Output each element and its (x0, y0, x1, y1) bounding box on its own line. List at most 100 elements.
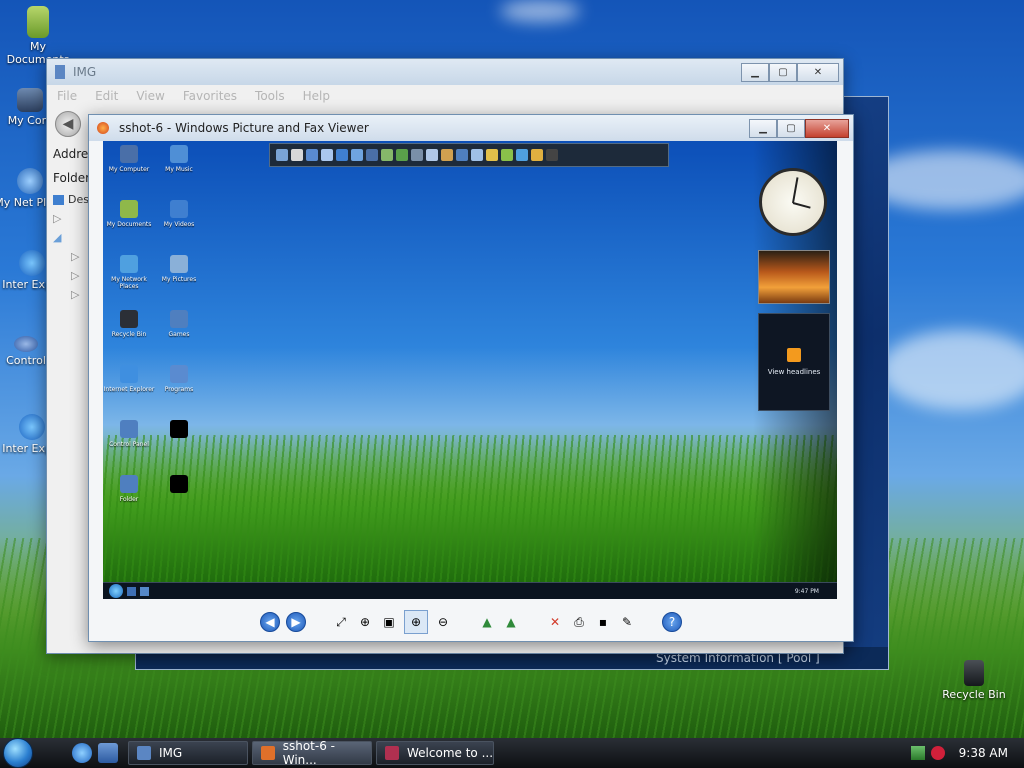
close-button[interactable]: ✕ (805, 118, 849, 138)
browser-icon (385, 746, 399, 760)
picture-viewer-icon (261, 746, 275, 760)
minimize-button[interactable]: ▁ (749, 118, 777, 138)
image-desktop-icon-glyph (170, 255, 188, 273)
tree-expander[interactable]: ▷ (53, 212, 89, 225)
best-fit-button[interactable]: ⤢ (332, 613, 350, 631)
delete-button[interactable]: ✕ (546, 613, 564, 631)
clock-hour-hand (792, 202, 811, 209)
clock-gadget (759, 168, 827, 236)
image-desktop-icon-glyph (170, 200, 188, 218)
computer-icon (17, 88, 43, 112)
taskbar-button[interactable]: IMG (128, 741, 248, 765)
delete-icon: ✕ (549, 615, 561, 629)
menu-edit[interactable]: Edit (95, 89, 118, 103)
viewer-titlebar[interactable]: sshot-6 - Windows Picture and Fax Viewer… (89, 115, 853, 141)
folder-tree: Des ▷ ◢ ▷ ▷ ▷ (53, 193, 89, 573)
picture-viewer-icon (97, 122, 109, 134)
help-button[interactable]: ? (662, 612, 682, 632)
quick-launch-icon (140, 586, 149, 596)
explorer-titlebar[interactable]: IMG ▁ ▢ ✕ (47, 59, 843, 85)
tree-expander[interactable]: ▷ (53, 250, 89, 263)
quick-launch-internet-explorer[interactable] (72, 743, 92, 763)
internet-explorer-icon (19, 414, 45, 440)
zoom-out-button[interactable]: ⊖ (434, 613, 452, 631)
rotate-clockwise-icon: ▲ (482, 615, 492, 629)
arrow-left-icon: ◀ (62, 116, 74, 132)
actual-size-button[interactable]: ⊕ (356, 613, 374, 631)
taskbar-button[interactable]: sshot-6 - Win... (252, 739, 372, 767)
desktop-icon-recycle-bin[interactable]: Recycle Bin (938, 660, 1010, 701)
previous-image-button[interactable]: ◀ (260, 612, 280, 632)
best-fit-icon: ⤢ (336, 614, 346, 629)
minimize-button[interactable]: ▁ (741, 62, 769, 82)
menu-favorites[interactable]: Favorites (183, 89, 237, 103)
image-desktop-icon (153, 420, 205, 441)
start-orb-icon (109, 584, 123, 598)
taskbar: IMG sshot-6 - Win... Welcome to ... 9:38 A… (0, 738, 1024, 768)
task-list: IMG sshot-6 - Win... Welcome to ... (124, 739, 494, 767)
image-desktop-icon-glyph (170, 475, 188, 493)
image-desktop-icon-glyph (170, 310, 188, 328)
edit-button[interactable]: ✎ (618, 613, 636, 631)
folders-pane-header: Folder (53, 171, 91, 185)
image-desktop-icon-glyph (170, 365, 188, 383)
image-desktop-icon-glyph (120, 200, 138, 218)
tree-item-desktop[interactable]: Des (53, 193, 89, 206)
menu-help[interactable]: Help (303, 89, 330, 103)
image-desktop-icon-glyph (120, 310, 138, 328)
quick-launch-show-desktop[interactable] (98, 743, 118, 763)
desktop-icon-my-documents[interactable]: My Documents (2, 6, 74, 66)
save-button[interactable]: ▪ (594, 613, 612, 631)
quick-launch-icon (127, 586, 136, 596)
menu-file[interactable]: File (57, 89, 77, 103)
image-desktop-icon: Internet Explorer (103, 365, 155, 393)
actual-size-icon: ⊕ (359, 615, 371, 629)
antivirus-icon[interactable] (930, 746, 945, 760)
next-image-button[interactable]: ▶ (286, 612, 306, 632)
print-button[interactable]: ⎙ (570, 613, 588, 631)
folder-icon (137, 746, 151, 760)
slideshow-button[interactable]: ▣ (380, 613, 398, 631)
back-button[interactable]: ◀ (55, 111, 81, 137)
image-taskbar-clock: 9:47 PM (794, 587, 819, 595)
network-icon[interactable] (910, 746, 925, 760)
taskbar-button[interactable]: Welcome to ... (376, 741, 494, 765)
clock[interactable]: 9:38 AM (959, 746, 1008, 760)
print-icon: ⎙ (574, 614, 584, 629)
folder-documents-icon (27, 6, 49, 38)
image-desktop-icon-glyph (120, 475, 138, 493)
start-button[interactable] (0, 738, 36, 768)
internet-explorer-icon (19, 250, 45, 276)
image-grass (103, 435, 837, 585)
maximize-button[interactable]: ▢ (769, 62, 797, 82)
rotate-clockwise-button[interactable]: ▲ (478, 613, 496, 631)
image-desktop-icon: Recycle Bin (103, 310, 155, 338)
maximize-button[interactable]: ▢ (777, 118, 805, 138)
image-desktop-icon-glyph (120, 420, 138, 438)
tree-expander[interactable]: ▷ (53, 288, 89, 301)
close-button[interactable]: ✕ (797, 62, 839, 82)
image-desktop-icon: Control Panel (103, 420, 155, 448)
image-desktop-icon-glyph (120, 145, 138, 163)
zoom-in-icon: ⊕ (410, 615, 422, 629)
window-title: IMG (73, 65, 97, 79)
clock-minute-hand (792, 177, 799, 204)
desktop-icon (53, 194, 65, 205)
tree-expander[interactable]: ◢ (53, 231, 89, 244)
menu-tools[interactable]: Tools (255, 89, 285, 103)
network-places-icon (17, 168, 43, 194)
picture-viewer-window[interactable]: sshot-6 - Windows Picture and Fax Viewer… (88, 114, 854, 642)
folder-icon (55, 65, 65, 79)
rss-icon (787, 348, 801, 362)
rotate-counterclockwise-button[interactable]: ▲ (502, 613, 520, 631)
zoom-in-button[interactable]: ⊕ (404, 610, 428, 634)
tree-expander[interactable]: ▷ (53, 269, 89, 282)
image-desktop-icon-glyph (120, 255, 138, 273)
menu-bar: File Edit View Favorites Tools Help (47, 85, 843, 107)
window-controls: ▁ ▢ ✕ (749, 118, 849, 138)
menu-view[interactable]: View (136, 89, 164, 103)
image-desktop-icon: My Computer (103, 145, 155, 173)
image-quick-launch-toolbar (269, 143, 669, 167)
slideshow-gadget (758, 250, 830, 304)
displayed-image[interactable]: My Computer My Music My Documents My Videos… (103, 141, 837, 599)
